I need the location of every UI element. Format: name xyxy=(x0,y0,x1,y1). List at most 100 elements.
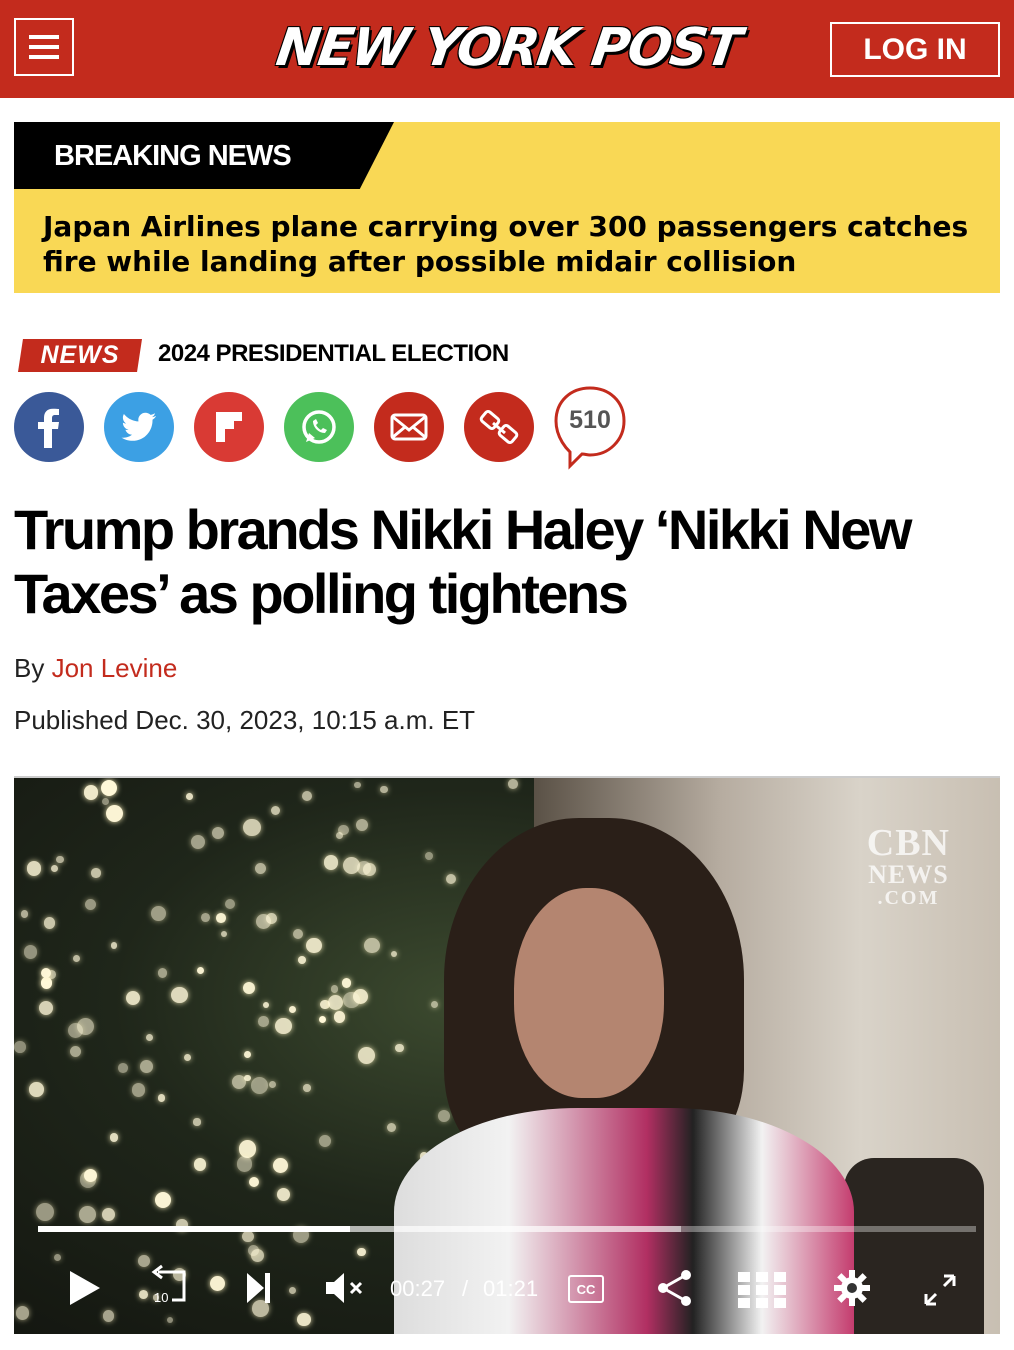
bokeh-light xyxy=(238,1140,257,1158)
breaking-news-banner[interactable]: BREAKING NEWS Japan Airlines plane carry… xyxy=(14,122,1000,293)
duration: 01:21 xyxy=(483,1276,539,1301)
bokeh-light xyxy=(303,1084,311,1092)
skip-next-icon xyxy=(247,1273,270,1303)
cbn-news-watermark: CBN NEWS .COM xyxy=(867,824,950,908)
published-date: Published Dec. 30, 2023, 10:15 a.m. ET xyxy=(14,705,476,735)
site-logo[interactable]: NEW YORK POST xyxy=(253,14,763,82)
next-button[interactable] xyxy=(244,1268,274,1308)
bokeh-light xyxy=(40,977,53,989)
watermark-line-1: CBN xyxy=(866,822,950,864)
email-share-button[interactable] xyxy=(374,392,444,462)
fullscreen-button[interactable] xyxy=(922,1272,958,1308)
bokeh-light xyxy=(257,1016,269,1027)
settings-button[interactable] xyxy=(832,1268,872,1308)
twitter-share-button[interactable] xyxy=(104,392,174,462)
video-progress-fill xyxy=(38,1226,351,1232)
bokeh-light xyxy=(364,937,381,954)
bokeh-light xyxy=(247,1244,260,1256)
muted-speaker-icon xyxy=(326,1273,363,1303)
bokeh-light xyxy=(255,913,272,930)
copy-link-button[interactable] xyxy=(464,392,534,462)
skip-back-button[interactable]: 10 xyxy=(148,1264,190,1308)
bokeh-light xyxy=(341,978,352,988)
section-tag-news[interactable]: NEWS xyxy=(18,339,142,372)
bokeh-light xyxy=(102,1310,114,1322)
grid-button[interactable] xyxy=(738,1272,786,1308)
facebook-share-button[interactable] xyxy=(14,392,84,462)
bokeh-light xyxy=(184,1053,192,1061)
comments-button[interactable]: 510 xyxy=(552,384,628,470)
bokeh-light xyxy=(170,986,188,1004)
bokeh-light xyxy=(242,981,256,995)
play-button[interactable] xyxy=(66,1268,104,1308)
bokeh-light xyxy=(26,861,42,876)
bokeh-light xyxy=(125,990,141,1005)
bokeh-light xyxy=(357,1247,367,1257)
bokeh-light xyxy=(437,1109,450,1123)
bokeh-light xyxy=(272,1157,289,1173)
hamburger-menu-icon[interactable] xyxy=(14,18,74,76)
facebook-icon xyxy=(38,408,59,448)
bokeh-light xyxy=(193,1158,207,1171)
bokeh-light xyxy=(109,1133,119,1142)
mute-button[interactable] xyxy=(324,1268,368,1308)
bokeh-light xyxy=(100,779,118,796)
watermark-line-3: .COM xyxy=(877,887,940,909)
bokeh-light xyxy=(167,1317,174,1324)
bokeh-light xyxy=(211,826,224,840)
video-progress-bar[interactable] xyxy=(38,1226,976,1232)
bokeh-light xyxy=(293,928,304,939)
closed-captions-button[interactable]: CC xyxy=(568,1275,604,1303)
bokeh-light xyxy=(242,818,261,837)
bokeh-light xyxy=(24,945,38,959)
bokeh-light xyxy=(56,855,65,864)
flipboard-icon xyxy=(216,412,242,442)
play-icon xyxy=(70,1271,100,1305)
bokeh-light xyxy=(270,806,281,816)
skip-seconds-label: 10 xyxy=(154,1290,168,1305)
current-time: 00:27 xyxy=(390,1276,446,1301)
bokeh-light xyxy=(244,1051,252,1059)
flipboard-share-button[interactable] xyxy=(194,392,264,462)
video-player[interactable]: CBN NEWS .COM 10 00:27 / 01:21 CC xyxy=(14,776,1000,1334)
bokeh-light xyxy=(224,898,236,910)
site-header: NEW YORK POST LOG IN xyxy=(0,0,1014,98)
bokeh-light xyxy=(254,862,267,875)
breaking-news-headline[interactable]: Japan Airlines plane carrying over 300 p… xyxy=(43,209,983,279)
bokeh-light xyxy=(145,1034,153,1042)
bokeh-light xyxy=(101,798,109,806)
author-link[interactable]: Jon Levine xyxy=(52,653,178,683)
bokeh-light xyxy=(38,1000,53,1015)
bokeh-light xyxy=(193,1118,201,1126)
share-button[interactable] xyxy=(656,1268,694,1308)
time-separator: / xyxy=(462,1276,469,1301)
bokeh-light xyxy=(157,968,168,979)
watermark-line-2: NEWS xyxy=(868,860,949,889)
bokeh-light xyxy=(220,931,227,938)
bokeh-light xyxy=(196,967,204,974)
bokeh-light xyxy=(139,1290,148,1300)
bokeh-light xyxy=(276,1187,290,1201)
login-button[interactable]: LOG IN xyxy=(830,22,1000,77)
bokeh-light xyxy=(72,955,80,963)
twitter-icon xyxy=(121,412,156,441)
bokeh-light xyxy=(190,834,205,849)
bokeh-light xyxy=(105,805,123,823)
whatsapp-share-button[interactable] xyxy=(284,392,354,462)
bokeh-light xyxy=(151,905,167,921)
breaking-news-label-text: BREAKING NEWS xyxy=(54,140,292,172)
bokeh-light xyxy=(84,898,97,911)
bokeh-light xyxy=(248,1176,259,1188)
bokeh-light xyxy=(262,1001,269,1008)
topic-tag[interactable]: 2024 PRESIDENTIAL ELECTION xyxy=(158,340,509,368)
bokeh-light xyxy=(69,1046,81,1058)
bokeh-light xyxy=(43,916,56,929)
bokeh-light xyxy=(154,1191,171,1209)
bokeh-light xyxy=(50,865,58,873)
bokeh-light xyxy=(102,1207,116,1221)
bokeh-light xyxy=(244,1074,251,1081)
bokeh-light xyxy=(131,1083,146,1097)
bokeh-light xyxy=(288,1005,297,1014)
bokeh-light xyxy=(354,782,361,789)
bokeh-light xyxy=(318,1134,331,1147)
